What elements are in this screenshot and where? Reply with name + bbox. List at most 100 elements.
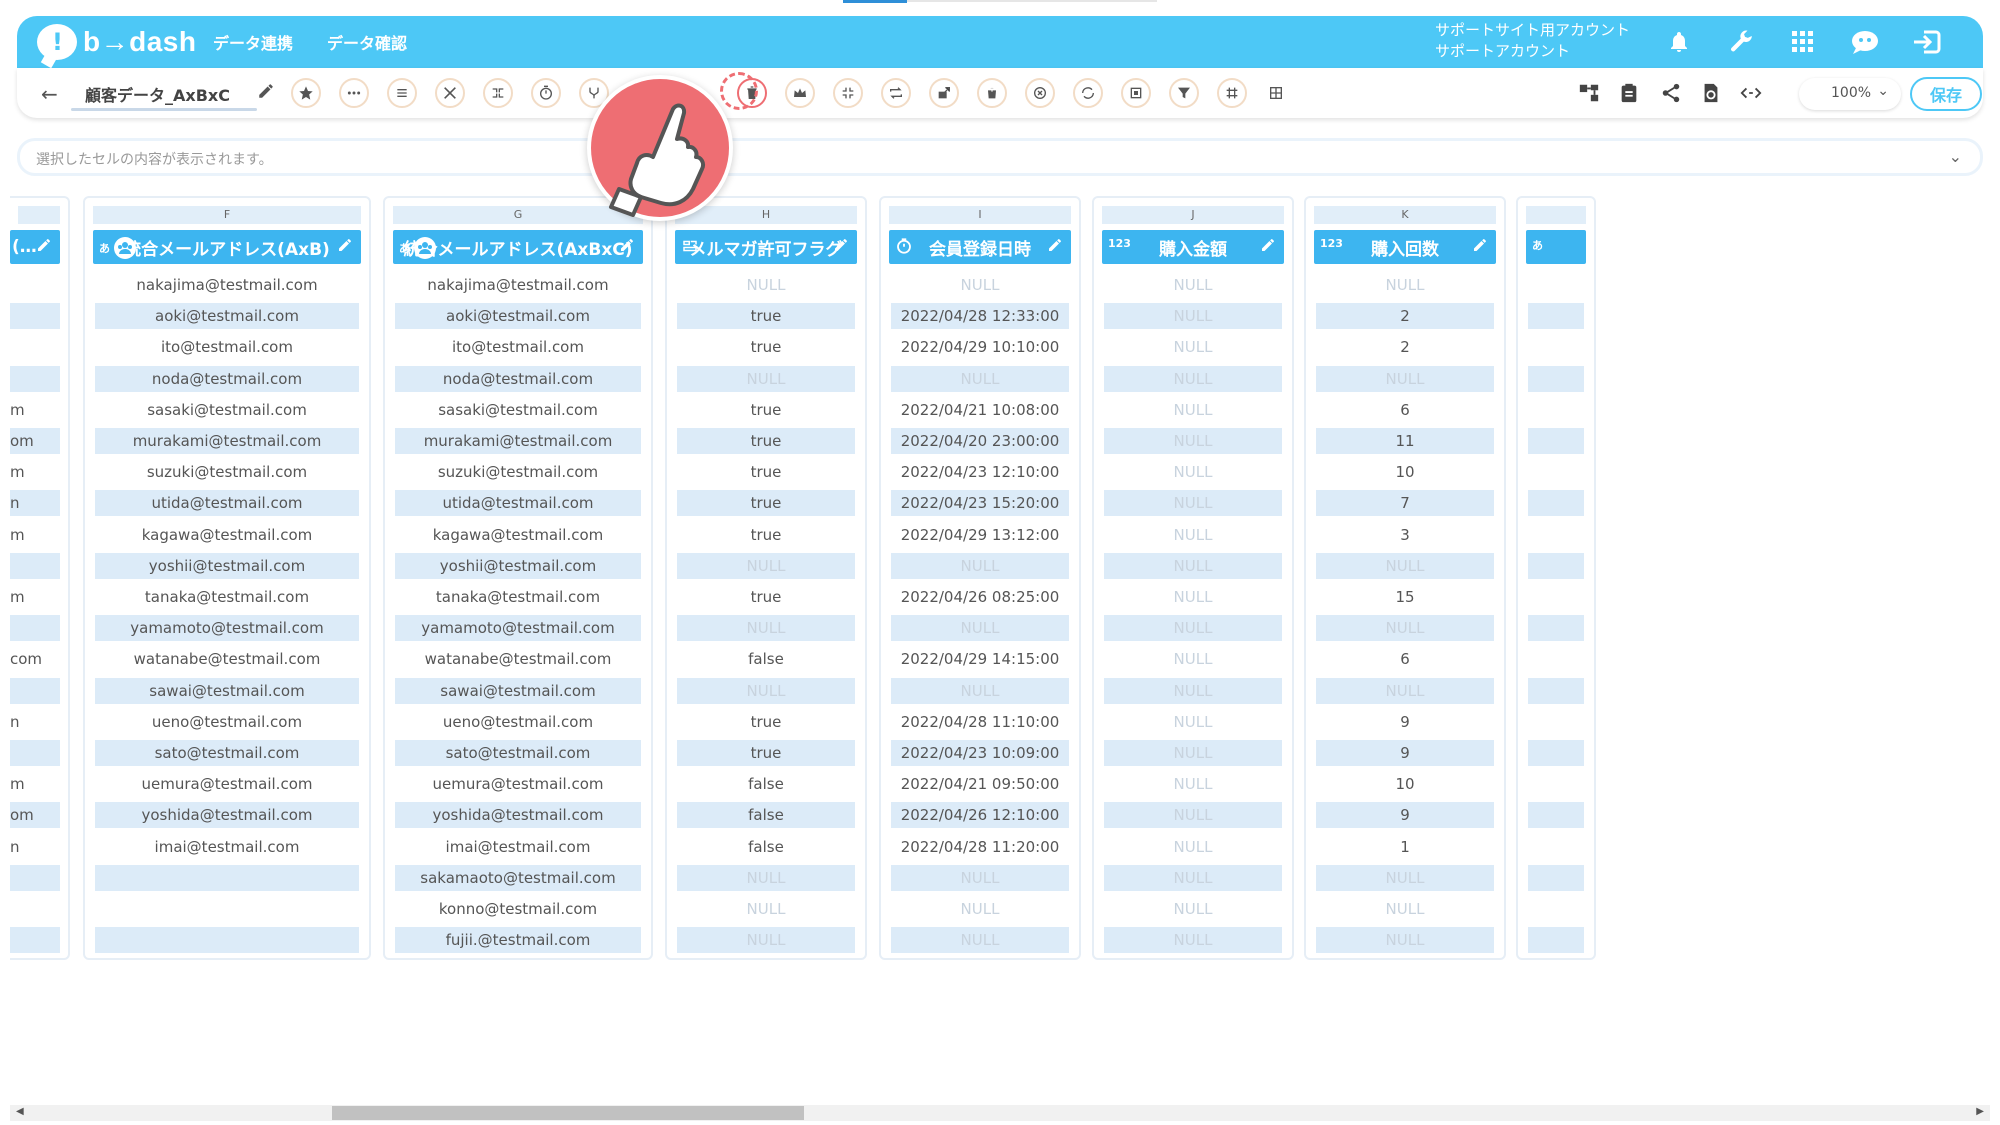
table-cell[interactable]: NULL — [1104, 459, 1282, 485]
table-cell[interactable] — [10, 272, 60, 298]
table-cell[interactable]: NULL — [677, 896, 855, 922]
table-cell[interactable] — [1528, 646, 1584, 672]
table-cell[interactable]: 2022/04/29 13:12:00 — [891, 522, 1069, 548]
table-cell[interactable] — [1528, 522, 1584, 548]
table-cell[interactable]: suzuki@testmail.com — [95, 459, 359, 485]
table-cell[interactable]: 2022/04/21 10:08:00 — [891, 397, 1069, 423]
table-cell[interactable]: suzuki@testmail.com — [395, 459, 641, 485]
table-cell[interactable]: sakamaoto@testmail.com — [395, 864, 641, 891]
logout-icon[interactable] — [1911, 26, 1943, 58]
table-cell[interactable]: 2022/04/26 08:25:00 — [891, 584, 1069, 610]
column-letter[interactable]: J — [1102, 206, 1284, 224]
table-cell[interactable] — [1528, 896, 1584, 922]
table-cell[interactable]: murakami@testmail.com — [95, 428, 359, 454]
table-cell[interactable]: NULL — [891, 615, 1069, 642]
table-cell[interactable]: NULL — [891, 864, 1069, 891]
table-cell[interactable] — [1528, 802, 1584, 829]
chevron-down-icon[interactable]: ⌄ — [1949, 147, 1962, 166]
zoom-select[interactable]: 100% ⌄ — [1799, 78, 1901, 110]
table-cell[interactable] — [1528, 771, 1584, 797]
column-header[interactable]: 123 購入金額 — [1102, 230, 1284, 264]
table-cell[interactable]: true — [677, 397, 855, 423]
table-cell[interactable]: sasaki@testmail.com — [395, 397, 641, 423]
table-cell[interactable]: true — [677, 334, 855, 360]
table-cell[interactable]: NULL — [1104, 864, 1282, 891]
table-cell[interactable]: yoshii@testmail.com — [95, 552, 359, 579]
table-cell[interactable]: n — [10, 490, 60, 517]
table-cell[interactable]: NULL — [891, 896, 1069, 922]
filter-icon[interactable] — [1169, 78, 1199, 108]
scrollbar-thumb[interactable] — [332, 1106, 804, 1120]
edit-pencil-icon[interactable] — [337, 237, 353, 258]
table-cell[interactable]: aoki@testmail.com — [395, 303, 641, 330]
table-cell[interactable] — [1528, 927, 1584, 954]
table-cell[interactable]: NULL — [1104, 552, 1282, 579]
column-letter[interactable] — [1526, 206, 1586, 224]
apps-grid-icon[interactable] — [1787, 26, 1819, 58]
table-cell[interactable]: 7 — [1316, 490, 1494, 517]
table-cell[interactable]: NULL — [1104, 428, 1282, 454]
table-cell[interactable]: utida@testmail.com — [95, 490, 359, 517]
table-cell[interactable]: NULL — [1316, 552, 1494, 579]
table-cell[interactable]: 2022/04/28 11:10:00 — [891, 709, 1069, 735]
table-cell[interactable]: NULL — [677, 272, 855, 298]
nav-data-check[interactable]: データ確認 — [327, 30, 407, 54]
table-cell[interactable]: NULL — [1104, 584, 1282, 610]
table-cell[interactable]: 2022/04/29 10:10:00 — [891, 334, 1069, 360]
table-cell[interactable]: NULL — [677, 365, 855, 392]
collapse-icon[interactable] — [833, 78, 863, 108]
table-cell[interactable]: true — [677, 584, 855, 610]
table-cell[interactable]: tanaka@testmail.com — [95, 584, 359, 610]
edit-pencil-icon[interactable] — [619, 237, 635, 258]
table-cell[interactable] — [10, 552, 60, 579]
upload-bag-icon[interactable] — [977, 78, 1007, 108]
table-cell[interactable]: 9 — [1316, 709, 1494, 735]
table-cell[interactable]: noda@testmail.com — [395, 365, 641, 392]
table-cell[interactable]: ueno@testmail.com — [395, 709, 641, 735]
replace-text-icon[interactable] — [1073, 78, 1103, 108]
column-header[interactable]: あ 統合メールアドレス(AxB) — [93, 230, 361, 264]
table-cell[interactable]: uemura@testmail.com — [95, 771, 359, 797]
star-icon[interactable] — [291, 78, 321, 108]
column-header[interactable]: 会員登録日時 — [889, 230, 1071, 264]
column-header[interactable]: 123 購入回数 — [1314, 230, 1496, 264]
table-cell[interactable]: yamamoto@testmail.com — [395, 615, 641, 642]
save-button[interactable]: 保存 — [1910, 77, 1982, 111]
table-cell[interactable]: om — [10, 428, 60, 454]
table-cell[interactable]: NULL — [1104, 334, 1282, 360]
table-cell[interactable]: konno@testmail.com — [395, 896, 641, 922]
table-cell[interactable]: fujii.@testmail.com — [395, 927, 641, 954]
account-info[interactable]: サポートサイト用アカウント サポートアカウント — [1435, 20, 1630, 62]
cancel-circle-icon[interactable] — [1025, 78, 1055, 108]
table-cell[interactable]: NULL — [1104, 522, 1282, 548]
table-cell[interactable]: m — [10, 459, 60, 485]
table-cell[interactable]: NULL — [891, 552, 1069, 579]
crown-icon[interactable] — [785, 78, 815, 108]
table-cell[interactable] — [10, 303, 60, 330]
column-letter[interactable]: F — [93, 206, 361, 224]
table-name[interactable]: 顧客データ_AxBxC — [85, 82, 230, 106]
table-cell[interactable]: aoki@testmail.com — [95, 303, 359, 330]
hash-grid-icon[interactable] — [1217, 78, 1247, 108]
table-cell[interactable] — [1528, 552, 1584, 579]
column-header[interactable]: あ — [1526, 230, 1586, 264]
table-cell[interactable] — [10, 740, 60, 766]
table-cell[interactable]: om — [10, 802, 60, 829]
table-cell[interactable]: murakami@testmail.com — [395, 428, 641, 454]
edit-pencil-icon[interactable] — [833, 237, 849, 258]
table-cell[interactable] — [1528, 740, 1584, 766]
table-cell[interactable]: NULL — [1104, 896, 1282, 922]
table-cell[interactable]: yamamoto@testmail.com — [95, 615, 359, 642]
frame-icon[interactable] — [1121, 78, 1151, 108]
table-cell[interactable]: true — [677, 428, 855, 454]
table-cell[interactable] — [95, 896, 359, 922]
table-cell[interactable]: NULL — [1104, 272, 1282, 298]
table-cell[interactable]: imai@testmail.com — [95, 834, 359, 860]
table-cell[interactable]: NULL — [677, 552, 855, 579]
table-cell[interactable] — [1528, 459, 1584, 485]
table-cell[interactable] — [10, 927, 60, 954]
table-cell[interactable]: 2022/04/29 14:15:00 — [891, 646, 1069, 672]
table-cell[interactable]: ueno@testmail.com — [95, 709, 359, 735]
table-cell[interactable]: utida@testmail.com — [395, 490, 641, 517]
table-cell[interactable]: NULL — [1316, 677, 1494, 704]
